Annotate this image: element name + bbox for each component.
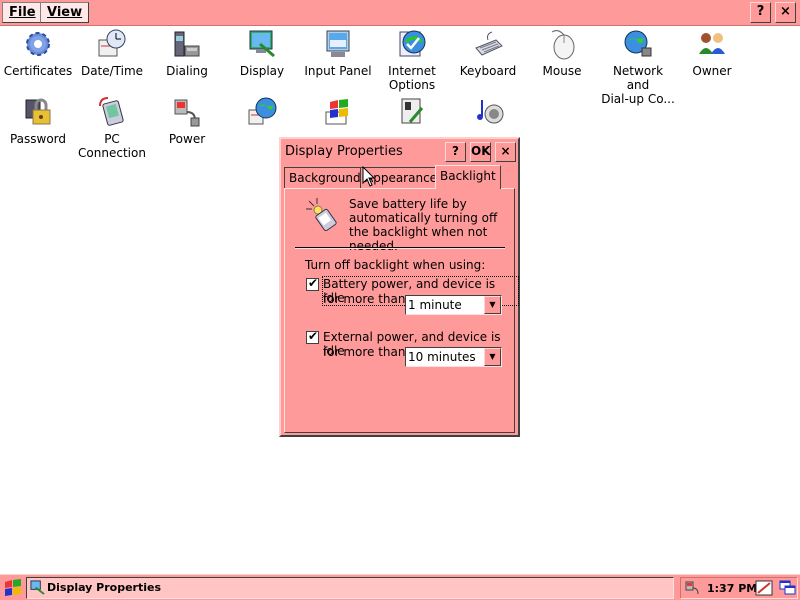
icon-dialing[interactable]: Dialing [149,28,225,78]
mouse-cursor-icon [362,166,376,187]
battery-timeout-value: 1 minute [408,298,462,312]
icon-mouse[interactable]: Mouse [524,28,600,78]
pen-tray-icon[interactable] [755,580,773,596]
icon-power[interactable]: Power [149,96,225,146]
icon-label: Network and Dial-up Co... [601,64,675,106]
icon-label: Owner [692,64,732,78]
icon-label: Display [239,64,285,78]
menu-view[interactable]: View [40,2,90,23]
globe-check-icon [399,30,426,57]
control-panel-icon [30,580,45,595]
padlock-icon [25,98,51,125]
icon-network-dialup[interactable]: Network and Dial-up Co... [600,28,676,106]
speaker-icon [477,100,504,124]
battery-idle-label: for more than [323,292,406,306]
battery-checkbox[interactable] [306,276,319,291]
backlight-group-label: Turn off backlight when using: [305,258,486,272]
mouse-icon [551,30,575,60]
separator-line [295,247,505,249]
backlight-description: Save battery life by automatically turni… [349,197,498,253]
menu-view-label: View [47,5,83,20]
icon-label: Power [168,132,206,146]
taskbar-task-label: Display Properties [47,581,162,594]
icon-pc-connection[interactable]: PC Connection [74,96,150,160]
external-idle-label: for more than [323,345,406,359]
icon-regional-settings[interactable] [224,96,300,132]
display-properties-dialog: Display Properties ? OK × Background App… [279,137,520,437]
system-icon [401,98,424,124]
clock[interactable]: 1:37 PM [707,582,757,595]
icon-remove-programs[interactable] [300,96,376,132]
backlight-pda-icon [306,198,337,231]
icon-keyboard[interactable]: Keyboard [450,28,526,78]
gear-icon [26,32,50,56]
power-plug-icon[interactable] [684,580,702,596]
regional-globe-icon [248,97,277,125]
external-timeout-value: 10 minutes [408,350,476,364]
icon-label: Password [9,132,67,146]
external-checkbox[interactable] [306,329,319,344]
icon-volume-sounds[interactable] [450,96,526,132]
icon-display[interactable]: Display [224,28,300,78]
icon-input-panel[interactable]: Input Panel [300,28,376,78]
icon-label: Dialing [166,64,208,78]
phone-icon [174,31,200,57]
icon-label: PC Connection [78,132,146,160]
taskbar: Display Properties 1:37 PM [0,574,800,600]
close-button[interactable]: × [775,2,796,23]
icon-system[interactable] [374,96,450,132]
external-timeout-dropdown[interactable]: 10 minutes ▼ [405,347,502,367]
icon-certificates[interactable]: Certificates [0,28,76,78]
tab-backlight[interactable]: Backlight [435,165,501,189]
icon-label: Mouse [542,64,582,78]
dialog-help-button[interactable]: ? [445,142,466,162]
icon-password[interactable]: Password [0,96,76,146]
windows-flag-icon [325,99,348,125]
chevron-down-icon[interactable]: ▼ [484,348,501,366]
icon-label: Certificates [3,64,73,78]
network-globe-icon [624,30,652,57]
dialog-title-bar[interactable]: Display Properties ? OK × [282,140,517,164]
menu-file[interactable]: File [2,2,43,23]
icon-label: Input Panel [304,64,372,78]
tab-background[interactable]: Background [284,167,366,188]
taskbar-button-display-properties[interactable]: Display Properties [26,577,674,599]
clock-icon [98,29,126,57]
chevron-down-icon[interactable]: ▼ [484,296,501,314]
window-switch-icon[interactable] [779,580,797,596]
icon-owner[interactable]: Owner [674,28,750,78]
icon-date-time[interactable]: Date/Time [74,28,150,78]
monitor-icon [249,30,275,58]
dialog-close-button[interactable]: × [495,142,516,162]
dialog-ok-button[interactable]: OK [470,142,491,162]
keyboard-icon [475,31,503,56]
menu-bar: File View ? × [0,0,800,26]
icon-label: Internet Options [388,64,436,92]
battery-timeout-dropdown[interactable]: 1 minute ▼ [405,295,502,315]
people-icon [699,33,725,54]
system-tray: 1:37 PM [680,577,798,599]
icon-label: Keyboard [459,64,517,78]
icon-label: Date/Time [80,64,144,78]
pda-icon [99,97,124,126]
help-button[interactable]: ? [750,2,771,23]
keyboard-screen-icon [326,30,350,57]
dialog-title: Display Properties [285,144,403,159]
plug-icon [174,99,200,127]
start-button[interactable] [3,578,23,598]
icon-internet-options[interactable]: Internet Options [374,28,450,92]
menu-file-label: File [9,5,36,20]
